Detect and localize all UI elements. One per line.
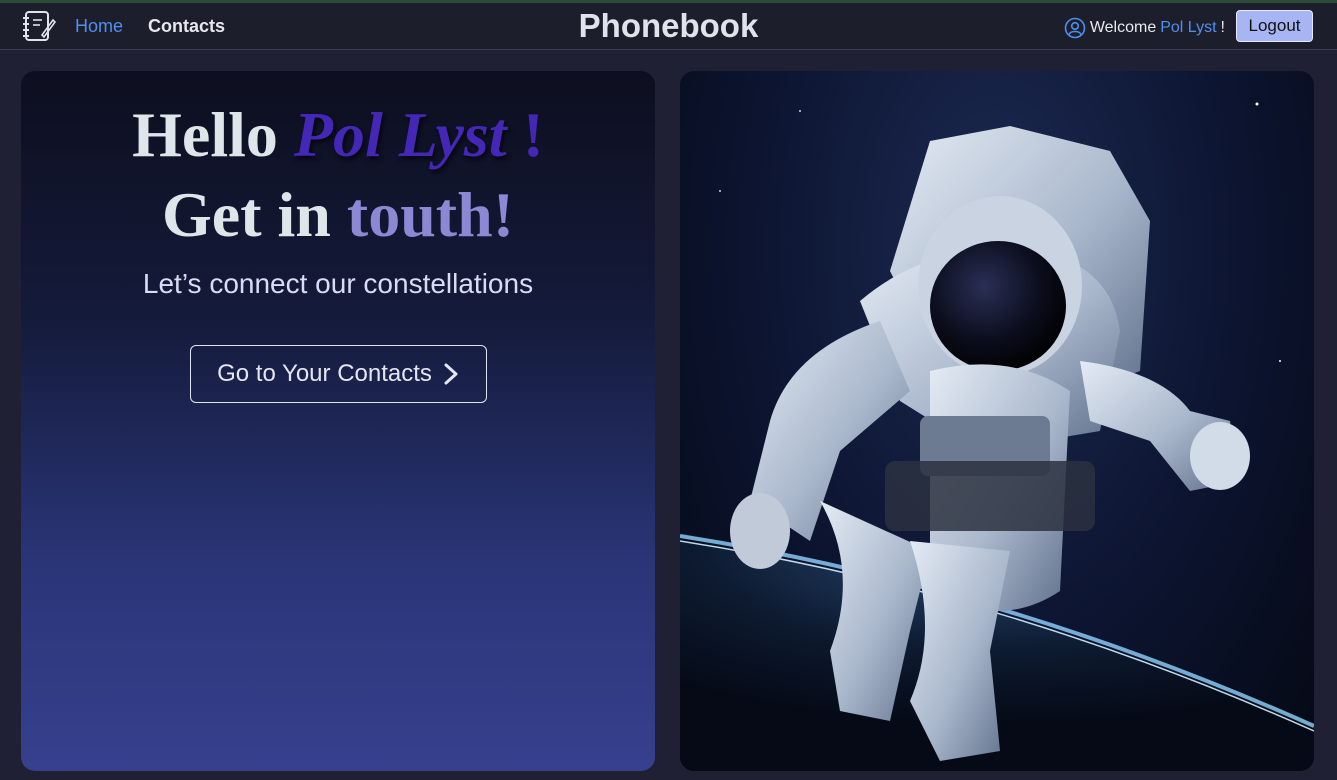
logout-button[interactable]: Logout bbox=[1236, 10, 1313, 42]
welcome-username: Pol Lyst bbox=[1160, 19, 1217, 36]
user-circle-icon bbox=[1064, 17, 1086, 39]
notebook-icon[interactable] bbox=[20, 8, 56, 44]
navbar: Home Contacts Phonebook Welcome Pol Lyst… bbox=[0, 3, 1337, 50]
welcome-message: Welcome Pol Lyst ! bbox=[1064, 17, 1225, 39]
astronaut-illustration bbox=[680, 102, 1314, 771]
welcome-prefix: Welcome bbox=[1089, 19, 1157, 36]
nav-home-link[interactable]: Home bbox=[75, 16, 123, 37]
go-to-contacts-button[interactable]: Go to Your Contacts bbox=[190, 345, 487, 403]
hero-card: Hello Pol Lyst ! Get in touth! Let’s con… bbox=[21, 71, 655, 771]
welcome-suffix: ! bbox=[1220, 19, 1225, 36]
hero-exclamation: ! bbox=[522, 99, 544, 170]
hero-get-in: Get in bbox=[162, 179, 331, 250]
hero-tagline: Let’s connect our constellations bbox=[142, 268, 534, 299]
hero-heading: Hello Pol Lyst ! Get in touth! bbox=[21, 95, 655, 255]
hero-touch: touth! bbox=[346, 179, 514, 250]
astronaut-image bbox=[680, 71, 1314, 771]
nav-contacts-link[interactable]: Contacts bbox=[148, 16, 225, 37]
hero-username: Pol Lyst bbox=[293, 99, 507, 170]
cta-label: Go to Your Contacts bbox=[217, 360, 432, 387]
chevron-right-icon bbox=[444, 363, 458, 385]
hero-hello: Hello bbox=[132, 99, 278, 170]
